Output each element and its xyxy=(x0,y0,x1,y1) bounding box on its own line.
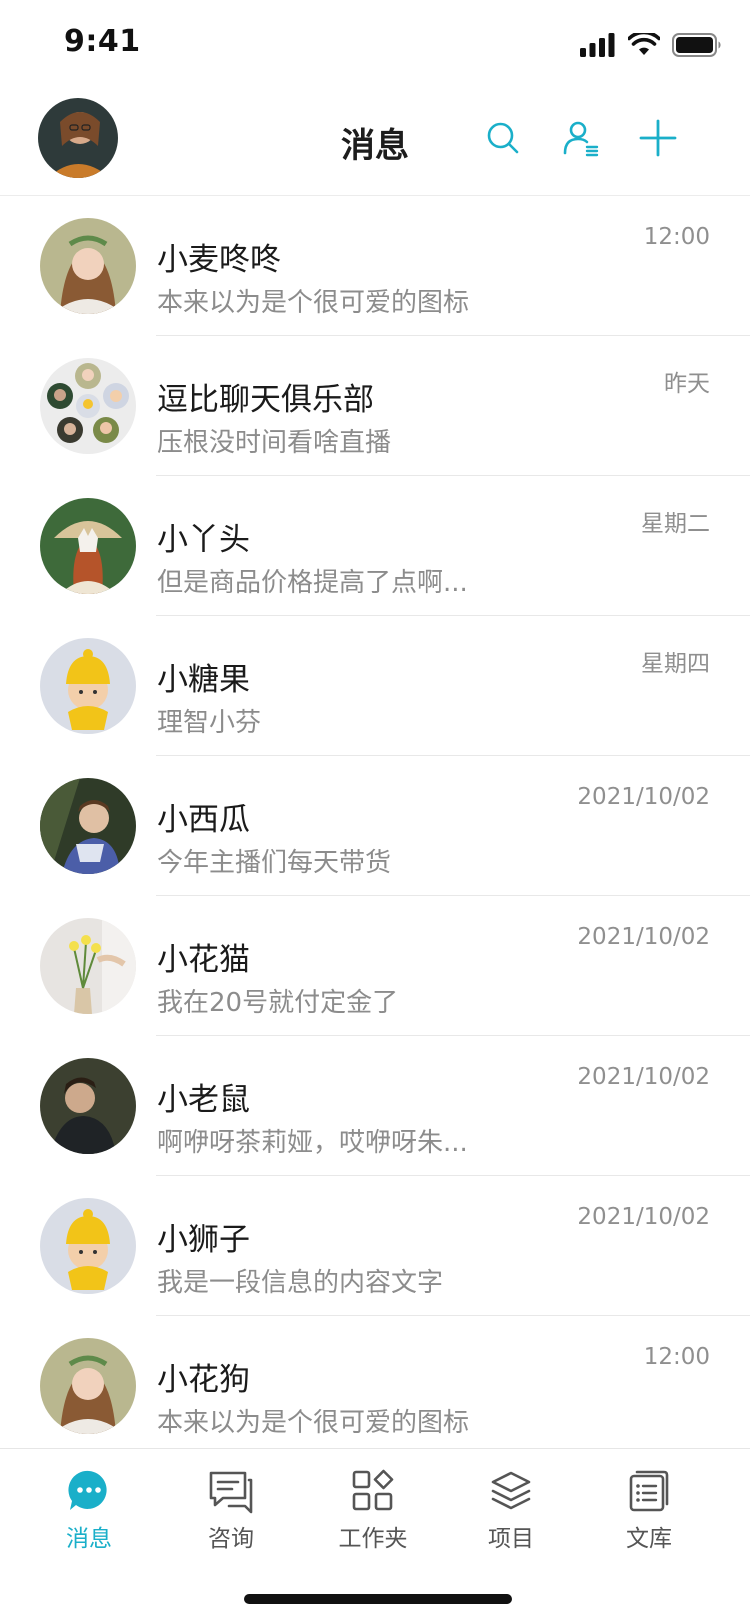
tab-projects[interactable]: 项目 xyxy=(436,1449,586,1569)
chat-row[interactable]: 小花狗 本来以为是个很可爱的图标 12:00 xyxy=(0,1316,750,1456)
chat-preview: 本来以为是个很可爱的图标 xyxy=(157,1408,470,1438)
signal-icon xyxy=(580,33,615,57)
chat-preview: 但是商品价格提高了点啊... xyxy=(157,568,468,598)
chat-preview: 啊咿呀茶莉娅，哎咿呀朱... xyxy=(157,1128,468,1158)
chat-name: 小狮子 xyxy=(157,1222,250,1258)
library-icon xyxy=(623,1465,675,1517)
chat-row[interactable]: 逗比聊天俱乐部 压根没时间看啥直播 昨天 xyxy=(0,336,750,476)
tab-workspace[interactable]: 工作夹 xyxy=(298,1449,448,1569)
avatar xyxy=(40,1198,136,1294)
tab-consult[interactable]: 咨询 xyxy=(156,1449,306,1569)
avatar xyxy=(40,1338,136,1434)
chat-time: 12:00 xyxy=(643,1344,710,1370)
chat-name: 小糖果 xyxy=(157,662,250,698)
status-time: 9:41 xyxy=(64,24,141,59)
group-avatar xyxy=(40,358,136,454)
avatar xyxy=(40,638,136,734)
header: 消息 xyxy=(0,90,750,196)
consult-icon xyxy=(205,1465,257,1517)
chat-row[interactable]: 小狮子 我是一段信息的内容文字 2021/10/02 xyxy=(0,1176,750,1316)
chat-time: 12:00 xyxy=(643,224,710,250)
chat-preview: 我是一段信息的内容文字 xyxy=(157,1268,444,1298)
chat-name: 小花狗 xyxy=(157,1362,250,1398)
chat-preview: 今年主播们每天带货 xyxy=(157,848,392,878)
chat-bubble-icon xyxy=(63,1465,115,1517)
chat-name: 小花猫 xyxy=(157,942,250,978)
chat-time: 2021/10/02 xyxy=(577,784,710,810)
chat-row[interactable]: 小西瓜 今年主播们每天带货 2021/10/02 xyxy=(0,756,750,896)
layers-icon xyxy=(485,1465,537,1517)
avatar xyxy=(40,498,136,594)
chat-row[interactable]: 小花猫 我在20号就付定金了 2021/10/02 xyxy=(0,896,750,1036)
chat-name: 小老鼠 xyxy=(157,1082,250,1118)
chat-time: 2021/10/02 xyxy=(577,1204,710,1230)
search-button[interactable] xyxy=(481,116,525,160)
status-bar: 9:41 xyxy=(0,0,750,90)
chat-time: 星期二 xyxy=(641,511,710,537)
avatar xyxy=(40,218,136,314)
chat-time: 2021/10/02 xyxy=(577,1064,710,1090)
wifi-icon xyxy=(628,33,660,55)
search-icon xyxy=(487,122,519,154)
tab-messages[interactable]: 消息 xyxy=(14,1449,164,1569)
chat-time: 昨天 xyxy=(664,371,710,397)
tab-label: 项目 xyxy=(488,1526,534,1552)
apps-icon xyxy=(347,1465,399,1517)
chat-preview: 我在20号就付定金了 xyxy=(157,988,399,1018)
chat-name: 小西瓜 xyxy=(157,802,250,838)
chat-row[interactable]: 小丫头 但是商品价格提高了点啊... 星期二 xyxy=(0,476,750,616)
tab-label: 消息 xyxy=(66,1526,112,1552)
avatar xyxy=(40,778,136,874)
chat-time: 星期四 xyxy=(641,651,710,677)
tab-label: 咨询 xyxy=(208,1526,254,1552)
home-indicator[interactable] xyxy=(244,1594,512,1604)
add-button[interactable] xyxy=(636,116,680,160)
battery-icon xyxy=(672,33,721,57)
chat-time: 2021/10/02 xyxy=(577,924,710,950)
tab-label: 文库 xyxy=(626,1526,672,1552)
contacts-button[interactable] xyxy=(559,116,603,160)
chat-name: 小丫头 xyxy=(157,522,250,558)
plus-icon xyxy=(639,119,677,157)
tab-label: 工作夹 xyxy=(338,1526,408,1552)
avatar xyxy=(40,1058,136,1154)
avatar xyxy=(40,918,136,1014)
chat-preview: 理智小芬 xyxy=(157,708,262,738)
chat-row[interactable]: 小糖果 理智小芬 星期四 xyxy=(0,616,750,756)
chat-name: 逗比聊天俱乐部 xyxy=(157,382,374,418)
user-list-icon xyxy=(563,121,599,157)
chat-preview: 压根没时间看啥直播 xyxy=(157,428,392,458)
tab-library[interactable]: 文库 xyxy=(574,1449,724,1569)
chat-row[interactable]: 小麦咚咚 本来以为是个很可爱的图标 12:00 xyxy=(0,196,750,336)
status-icons xyxy=(580,30,722,60)
chat-preview: 本来以为是个很可爱的图标 xyxy=(157,288,470,318)
chat-list: 小麦咚咚 本来以为是个很可爱的图标 12:00 逗比聊天俱乐部 压根没时间看啥直… xyxy=(0,196,750,1456)
chat-name: 小麦咚咚 xyxy=(157,242,281,278)
chat-row[interactable]: 小老鼠 啊咿呀茶莉娅，哎咿呀朱... 2021/10/02 xyxy=(0,1036,750,1176)
